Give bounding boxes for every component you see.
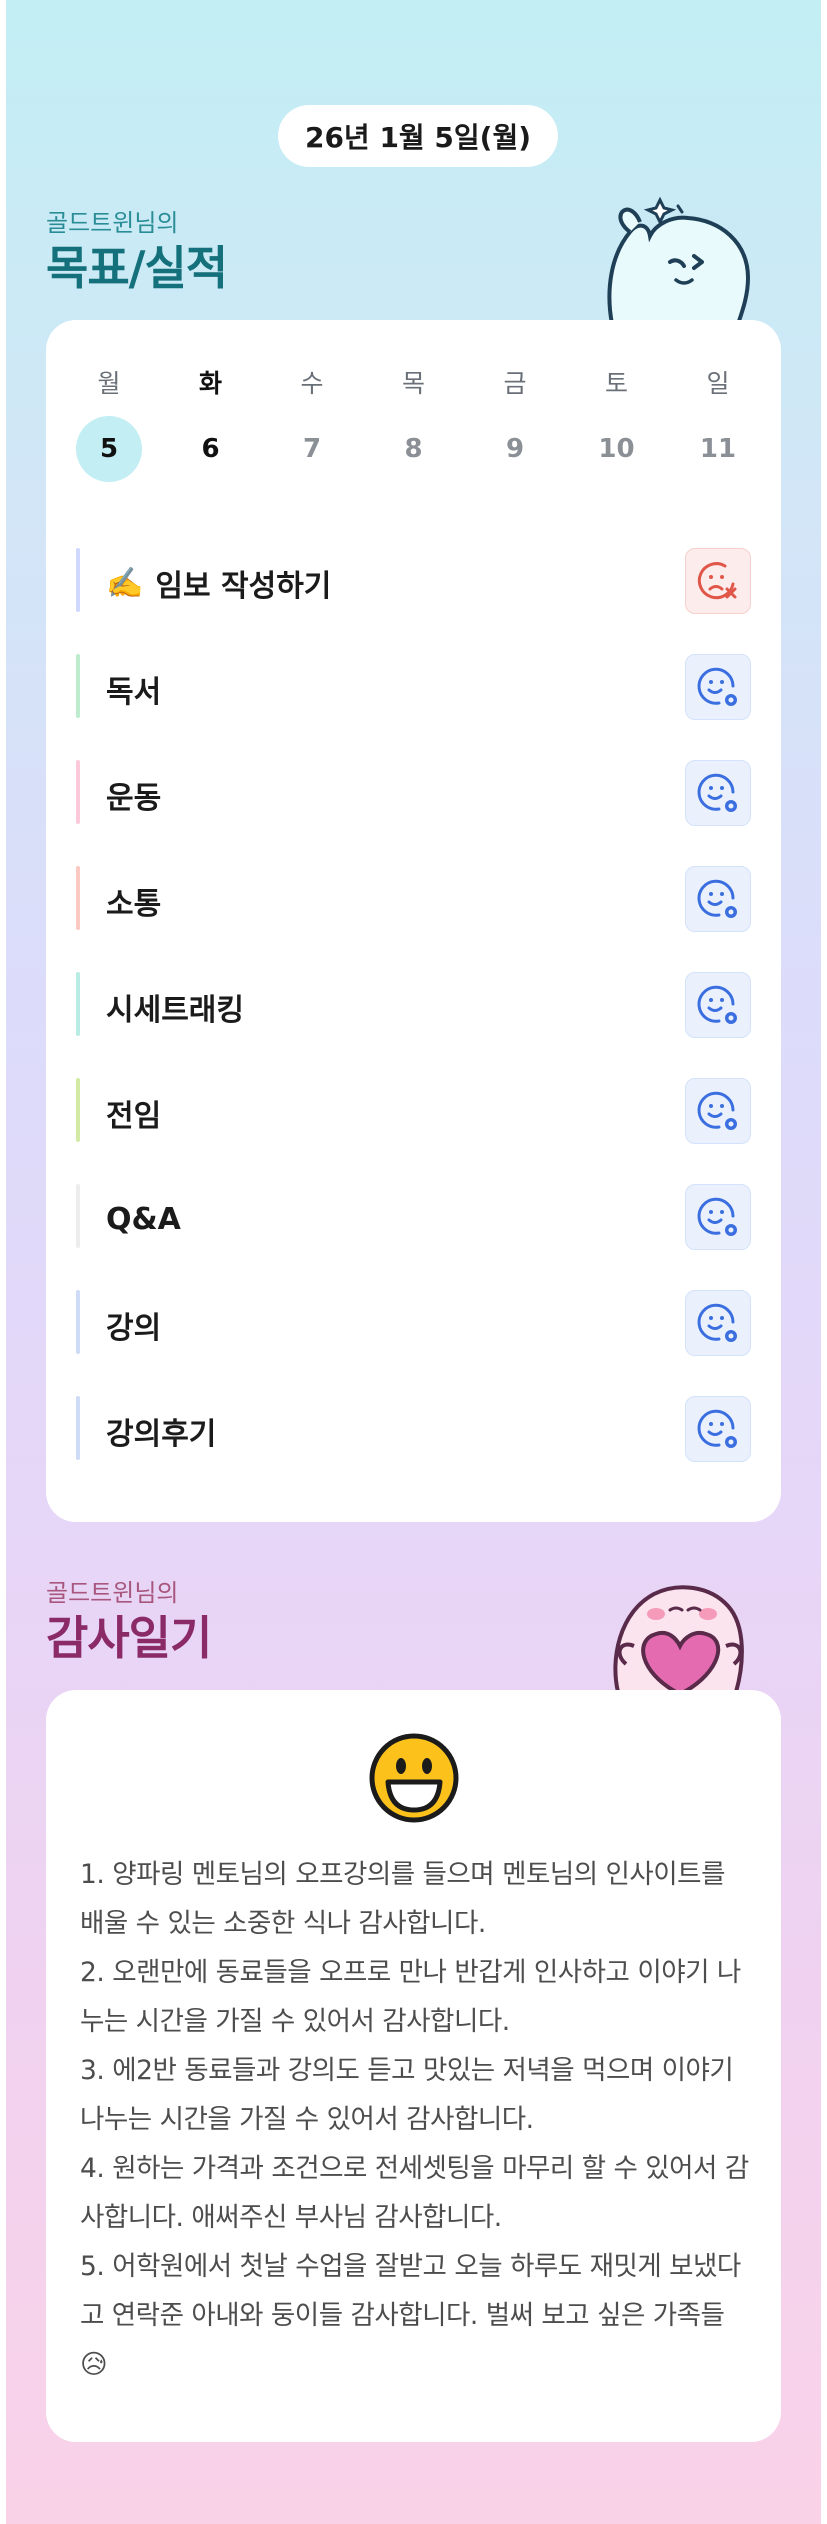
diary-title: 감사일기 xyxy=(46,1611,212,1665)
goal-item[interactable]: 시세트래킹 xyxy=(76,954,751,1060)
goals-card: 월 화 수 목 금 토 일 5 6 7 8 9 10 11 ✍️ 임보 작성하기… xyxy=(46,320,781,1522)
mascot-heart-icon xyxy=(613,1585,744,1692)
smile-face-check-icon xyxy=(697,1409,737,1448)
diary-card: 1. 양파링 멘토님의 오프강의를 들으며 멘토님의 인사이트를 배울 수 있는… xyxy=(46,1690,781,2442)
date-cell[interactable]: 7 xyxy=(279,416,345,482)
goal-label: 독서 xyxy=(106,675,162,710)
goal-label: 임보 작성하기 xyxy=(155,569,332,604)
goal-label: Q&A xyxy=(106,1201,181,1237)
goal-list: ✍️ 임보 작성하기 독서 운동 소통 시세트래킹 전임 Q&A 강의 강의후기 xyxy=(76,530,751,1484)
status-pending-button[interactable] xyxy=(685,1290,751,1356)
goal-color-bar xyxy=(76,1290,80,1354)
status-pending-button[interactable] xyxy=(685,866,751,932)
weekday-label: 토 xyxy=(604,369,628,398)
diary-entry: 5. 어학원에서 첫날 수업을 잘받고 오늘 하루도 재밋게 보냈다고 연락준 … xyxy=(80,2251,741,2380)
sad-face-x-icon xyxy=(697,562,737,600)
date-pill[interactable]: 26년 1월 5일(월) xyxy=(278,105,558,167)
weekday-label: 일 xyxy=(706,369,730,398)
goal-color-bar xyxy=(76,548,80,612)
diary-entry: 3. 에2반 동료들과 강의도 듣고 맛있는 저녁을 먹으며 이야기 나누는 시… xyxy=(80,2055,734,2135)
goal-item[interactable]: ✍️ 임보 작성하기 xyxy=(76,530,751,636)
goal-color-bar xyxy=(76,760,80,824)
smile-face-check-icon xyxy=(697,773,737,812)
goal-item[interactable]: 운동 xyxy=(76,742,751,848)
goal-item[interactable]: 강의후기 xyxy=(76,1378,751,1484)
goal-label: 운동 xyxy=(106,781,162,816)
date-cell[interactable]: 10 xyxy=(584,416,650,482)
date-cell[interactable]: 9 xyxy=(482,416,548,482)
status-pending-button[interactable] xyxy=(685,1396,751,1462)
status-pending-button[interactable] xyxy=(685,1078,751,1144)
goal-color-bar xyxy=(76,972,80,1036)
goal-color-bar xyxy=(76,866,80,930)
goal-label: 시세트래킹 xyxy=(106,993,244,1028)
diary-entries: 1. 양파링 멘토님의 오프강의를 들으며 멘토님의 인사이트를 배울 수 있는… xyxy=(80,1850,750,2389)
goal-label: 강의후기 xyxy=(106,1417,217,1452)
week-calendar: 월 화 수 목 금 토 일 5 6 7 8 9 10 11 xyxy=(76,364,751,482)
smile-face-check-icon xyxy=(697,879,737,918)
goal-item[interactable]: 강의 xyxy=(76,1272,751,1378)
status-pending-button[interactable] xyxy=(685,1184,751,1250)
goal-color-bar xyxy=(76,1078,80,1142)
grinning-face-icon xyxy=(369,1733,459,1823)
diary-entry: 2. 오랜만에 동료들을 오프로 만나 반갑게 인사하고 이야기 나누는 시간을… xyxy=(80,1957,741,2037)
goal-item[interactable]: Q&A xyxy=(76,1166,751,1272)
goal-color-bar xyxy=(76,1396,80,1460)
goal-label: 소통 xyxy=(106,887,162,922)
mascot-mint-icon xyxy=(607,196,751,324)
date-cell[interactable]: 8 xyxy=(381,416,447,482)
date-cell-selected[interactable]: 5 xyxy=(76,416,142,482)
status-pending-button[interactable] xyxy=(685,760,751,826)
smile-face-check-icon xyxy=(697,667,737,706)
date-cell[interactable]: 11 xyxy=(685,416,751,482)
weekday-label: 화 xyxy=(198,369,222,398)
goal-item[interactable]: 전임 xyxy=(76,1060,751,1166)
goal-item[interactable]: 소통 xyxy=(76,848,751,954)
goal-item[interactable]: 독서 xyxy=(76,636,751,742)
date-cell[interactable]: 6 xyxy=(178,416,244,482)
goal-label: 전임 xyxy=(106,1099,162,1134)
goals-title: 목표/실적 xyxy=(46,241,228,295)
app-screen: 26년 1월 5일(월) 골드트윈님의 목표/실적 월 화 수 목 금 토 일 … xyxy=(6,0,821,2524)
status-pending-button[interactable] xyxy=(685,654,751,720)
diary-entry: 4. 원하는 가격과 조건으로 전세셋팅을 마무리 할 수 있어서 감사합니다.… xyxy=(80,2153,749,2233)
weekday-label: 목 xyxy=(401,369,425,398)
status-pending-button[interactable] xyxy=(685,972,751,1038)
writing-hand-icon: ✍️ xyxy=(106,565,144,601)
smile-face-check-icon xyxy=(697,1303,737,1342)
goal-color-bar xyxy=(76,654,80,718)
weekday-label: 월 xyxy=(97,369,121,398)
smile-face-check-icon xyxy=(697,985,737,1024)
weekday-label: 수 xyxy=(300,369,324,398)
weekday-label: 금 xyxy=(503,369,527,398)
status-failed-button[interactable] xyxy=(685,548,751,614)
diary-entry: 1. 양파링 멘토님의 오프강의를 들으며 멘토님의 인사이트를 배울 수 있는… xyxy=(80,1859,725,1939)
smile-face-check-icon xyxy=(697,1091,737,1130)
goal-label: 강의 xyxy=(106,1311,162,1346)
goal-color-bar xyxy=(76,1184,80,1248)
smile-face-check-icon xyxy=(697,1197,737,1236)
